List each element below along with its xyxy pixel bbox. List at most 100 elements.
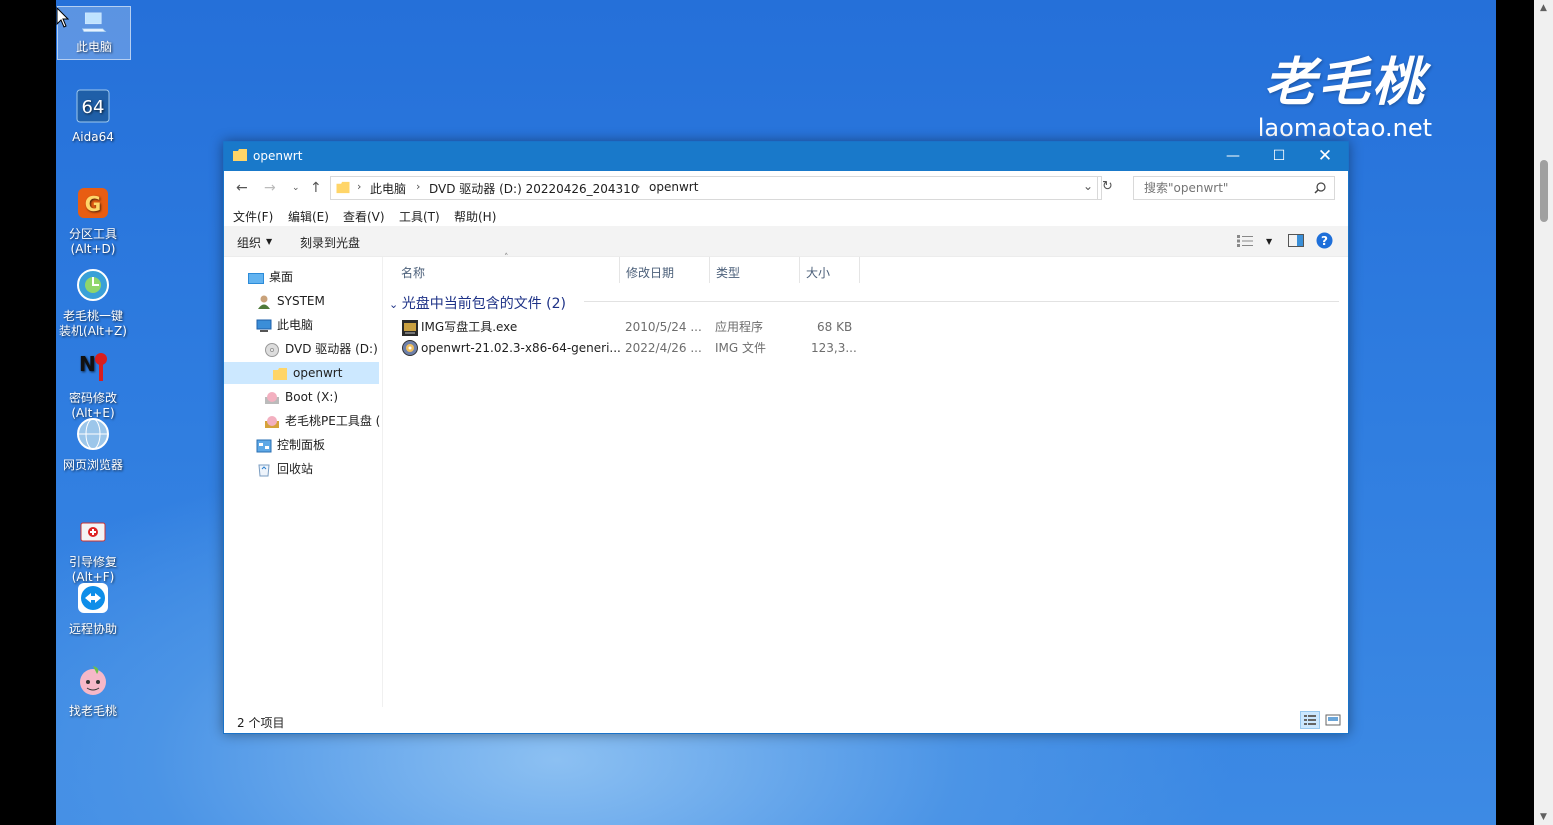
breadcrumb-separator-icon: › <box>636 180 641 193</box>
title-bar[interactable]: openwrt — ☐ ✕ <box>224 142 1348 171</box>
desktop-folder-icon <box>248 272 264 284</box>
menu-tools[interactable]: 工具(T) <box>399 208 440 225</box>
desktop-icon-label: 网页浏览器 <box>62 458 123 472</box>
menu-bar: 文件(F) 编辑(E) 查看(V) 工具(T) 帮助(H) <box>224 204 1348 226</box>
forward-arrow-icon[interactable]: → <box>264 180 276 196</box>
column-header-date[interactable]: 修改日期 <box>626 264 674 281</box>
desktop-icon-remote[interactable]: 远程协助 <box>57 580 129 637</box>
menu-edit[interactable]: 编辑(E) <box>288 208 329 225</box>
search-icon <box>1314 182 1326 194</box>
this-pc-icon <box>81 12 107 33</box>
desktop-icon-label: 此电脑 <box>75 40 112 54</box>
address-bar-row: ← → ⌄ ↑ › 此电脑 › DVD 驱动器 (D:) 20220426_20… <box>224 171 1348 204</box>
nav-item-label: 此电脑 <box>277 318 314 332</box>
breadcrumb-this-pc[interactable]: 此电脑 <box>370 180 406 197</box>
nav-item-label: 桌面 <box>269 270 294 284</box>
file-type: 应用程序 <box>715 320 764 334</box>
img-writer-exe-icon <box>402 320 418 336</box>
sort-ascending-icon: ˄ <box>504 253 509 263</box>
nav-item-openwrt[interactable]: openwrt <box>224 362 379 384</box>
menu-file[interactable]: 文件(F) <box>233 208 273 225</box>
pe-drive-icon <box>265 415 279 428</box>
file-type: IMG 文件 <box>715 341 767 355</box>
nav-item-label: DVD 驱动器 (D:) <box>285 342 378 356</box>
breadcrumb[interactable]: › 此电脑 › DVD 驱动器 (D:) 20220426_204310 › o… <box>330 176 1113 200</box>
folder-icon <box>336 181 350 194</box>
column-separator[interactable] <box>619 257 620 283</box>
menu-help[interactable]: 帮助(H) <box>454 208 496 225</box>
column-header-size[interactable]: 大小 <box>806 264 830 281</box>
file-date: 2022/4/26 ... <box>625 341 702 355</box>
nav-item-system[interactable]: SYSTEM <box>256 290 325 312</box>
remote-assist-icon <box>78 583 108 613</box>
organize-button[interactable]: 组织 <box>237 234 261 251</box>
column-separator[interactable] <box>709 257 710 283</box>
find-laomaotao-icon <box>80 666 106 695</box>
scroll-down-arrow-icon[interactable]: ▼ <box>1534 809 1553 825</box>
view-dropdown-icon[interactable]: ▼ <box>1266 237 1272 246</box>
desktop-icon-label: 找老毛桃 <box>68 704 117 718</box>
column-header-type[interactable]: 类型 <box>716 264 740 281</box>
nav-item-label: SYSTEM <box>277 294 325 308</box>
column-separator[interactable] <box>859 257 860 283</box>
scroll-up-arrow-icon[interactable]: ▲ <box>1534 0 1553 16</box>
breadcrumb-separator-icon: › <box>416 180 421 193</box>
large-icons-view-toggle-icon[interactable] <box>1325 712 1341 728</box>
details-view-toggle-icon[interactable] <box>1300 711 1320 729</box>
breadcrumb-separator-icon: › <box>357 180 362 193</box>
column-separator[interactable] <box>799 257 800 283</box>
nav-item-boot-drive[interactable]: Boot (X:) <box>264 386 338 408</box>
file-size: 68 KB <box>817 320 853 334</box>
back-arrow-icon[interactable]: ← <box>236 180 248 196</box>
file-row[interactable]: IMG写盘工具.exe 2010/5/24 ... 应用程序 68 KB <box>399 317 859 338</box>
burn-to-disc-button[interactable]: 刻录到光盘 <box>300 234 360 251</box>
folder-icon <box>233 149 247 161</box>
address-dropdown-chevron-icon[interactable]: ⌄ <box>1083 179 1093 193</box>
close-button[interactable]: ✕ <box>1302 142 1348 171</box>
nav-item-recycle-bin[interactable]: 回收站 <box>256 458 313 480</box>
nav-item-label: 老毛桃PE工具盘 ( <box>285 414 381 428</box>
group-divider <box>584 301 1339 302</box>
column-header-name[interactable]: 名称 <box>401 264 425 281</box>
refresh-icon[interactable]: ↻ <box>1102 179 1113 194</box>
nav-item-dvd-drive[interactable]: DVD 驱动器 (D:) <box>264 338 378 360</box>
minimize-button[interactable]: — <box>1210 142 1256 171</box>
search-box[interactable] <box>1133 176 1335 200</box>
recent-locations-chevron-icon[interactable]: ⌄ <box>292 183 300 193</box>
scroll-thumb[interactable] <box>1540 160 1548 222</box>
group-header[interactable]: ⌄ 光盘中当前包含的文件 (2) <box>389 293 566 313</box>
file-name: openwrt-21.02.3-x86-64-generi... <box>421 341 621 355</box>
web-browser-icon <box>77 418 109 450</box>
organize-dropdown-icon[interactable]: ▼ <box>266 237 272 246</box>
desktop-icon-browser[interactable]: 网页浏览器 <box>57 416 129 473</box>
nav-item-pe-drive[interactable]: 老毛桃PE工具盘 ( <box>264 410 380 432</box>
preview-pane-icon[interactable] <box>1288 234 1304 247</box>
status-bar: 2 个项目 <box>224 709 1348 733</box>
computer-icon <box>256 319 272 332</box>
nav-item-control-panel[interactable]: 控制面板 <box>256 434 325 456</box>
navigation-pane: 桌面 SYSTEM 此电脑 DVD 驱动器 (D:) openwrt Boot … <box>224 257 383 707</box>
window-title: openwrt <box>253 149 303 163</box>
svg-text:?: ? <box>1321 234 1328 248</box>
up-arrow-icon[interactable]: ↑ <box>310 180 322 196</box>
search-input[interactable] <box>1142 180 1316 196</box>
breadcrumb-openwrt[interactable]: openwrt <box>649 180 698 194</box>
nav-item-this-pc[interactable]: 此电脑 <box>256 314 313 336</box>
chevron-down-icon: ⌄ <box>389 298 402 311</box>
boot-drive-icon <box>265 391 279 404</box>
aida64-icon: 64 <box>76 89 110 123</box>
menu-view[interactable]: 查看(V) <box>343 208 385 225</box>
boot-repair-icon <box>80 522 106 542</box>
view-details-icon[interactable] <box>1237 235 1253 247</box>
partition-tool-icon: G <box>78 188 108 218</box>
desktop-icon-find[interactable]: 找老毛桃 <box>57 662 129 719</box>
nav-item-desktop[interactable]: 桌面 <box>248 266 293 288</box>
desktop-icon-aida64[interactable]: 64 Aida64 <box>57 88 129 145</box>
page-scrollbar[interactable]: ▲ ▼ <box>1534 0 1553 825</box>
maximize-button[interactable]: ☐ <box>1256 142 1302 171</box>
explorer-window: openwrt — ☐ ✕ ← → ⌄ ↑ › 此电脑 › DVD 驱动器 (D… <box>223 141 1349 734</box>
breadcrumb-dvd-drive[interactable]: DVD 驱动器 (D:) 20220426_204310 <box>429 180 638 197</box>
file-row[interactable]: openwrt-21.02.3-x86-64-generi... 2022/4/… <box>399 338 859 359</box>
brand-logo: 老毛桃 laomaotao.net <box>1258 52 1432 142</box>
help-icon[interactable]: ? <box>1316 232 1333 249</box>
